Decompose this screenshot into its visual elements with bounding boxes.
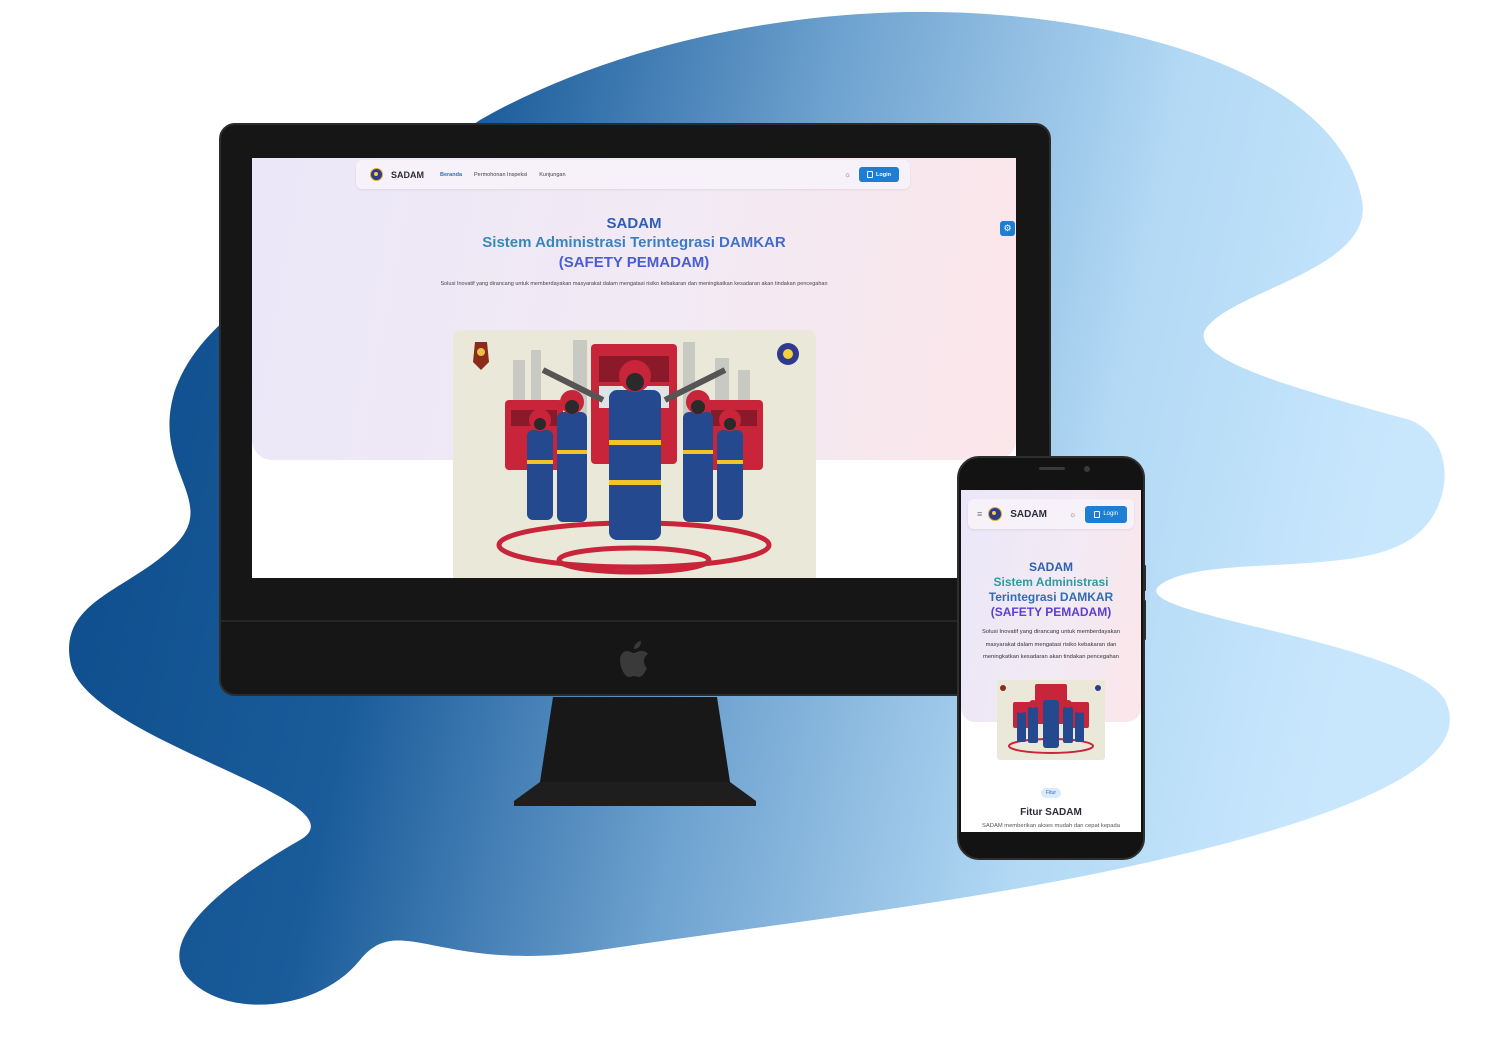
phone-side-button [1143,600,1146,640]
sadam-logo-icon [988,507,1003,521]
firefighters-illustration [997,680,1105,760]
mobile-nav-actions: ☼ Login [1069,505,1127,523]
nav-link-kunjungan[interactable]: Kunjungan [539,172,565,178]
phone-speaker [1039,467,1065,470]
mobile-title-damkar: Terintegrasi DAMKAR [988,590,1114,604]
nav-actions: ☼ Login [844,167,899,182]
mobile-navbar: ≡ SADAM ☼ Login [968,499,1134,529]
firefighters-illustration [453,330,816,578]
desktop-screen: SADAM Beranda Permohonan Inspeksi Kunjun… [252,158,1016,578]
chin-divider [221,620,1049,622]
sun-icon[interactable]: ☼ [844,170,851,179]
login-label: Login [1103,511,1118,517]
login-button[interactable]: Login [1085,505,1127,523]
features-title: Fitur SADAM [1020,807,1082,818]
login-icon [867,171,874,178]
nav-link-beranda[interactable]: Beranda [440,172,462,178]
mobile-title-system: Sistem Administrasi [993,575,1109,589]
mobile-hero-subtitle: Solusi Inovatif yang dirancang untuk mem… [982,629,1120,660]
sadam-logo-icon [370,168,383,181]
hero-title-sadam: SADAM [606,215,662,232]
mobile-title-safety: (SAFETY PEMADAM) [990,605,1112,619]
emblem-left-icon [473,342,489,370]
nav-links: Beranda Permohonan Inspeksi Kunjungan [440,172,566,178]
features-subtitle: SADAM memberikan akses mudah dan cepat k… [982,823,1120,829]
hero-subtitle: Solusi Inovatif yang dirancang untuk mem… [440,281,828,287]
login-label: Login [876,171,891,178]
login-icon [1094,510,1101,518]
hero-title-system: Sistem Administrasi Terintegrasi DAMKAR [252,234,1016,251]
mobile-title-sadam: SADAM [1029,560,1073,574]
sun-icon[interactable]: ☼ [1069,510,1076,519]
emblem-right-icon [777,343,799,365]
menu-icon[interactable]: ≡ [977,509,982,519]
mobile-screen: ≡ SADAM ☼ Login SADAM Sistem Administras… [961,490,1141,832]
nav-link-permohonan-inspeksi[interactable]: Permohonan Inspeksi [474,172,527,178]
brand-name[interactable]: SADAM [1010,509,1047,520]
hero-title-safety: (SAFETY PEMADAM) [558,254,710,271]
login-button[interactable]: Login [859,167,899,182]
desktop-navbar: SADAM Beranda Permohonan Inspeksi Kunjun… [356,160,910,189]
features-pill: Fitur [1041,788,1061,798]
apple-logo-icon [620,641,648,677]
brand-name[interactable]: SADAM [391,170,424,180]
phone-camera [1084,466,1090,472]
phone-side-button [1143,565,1146,591]
